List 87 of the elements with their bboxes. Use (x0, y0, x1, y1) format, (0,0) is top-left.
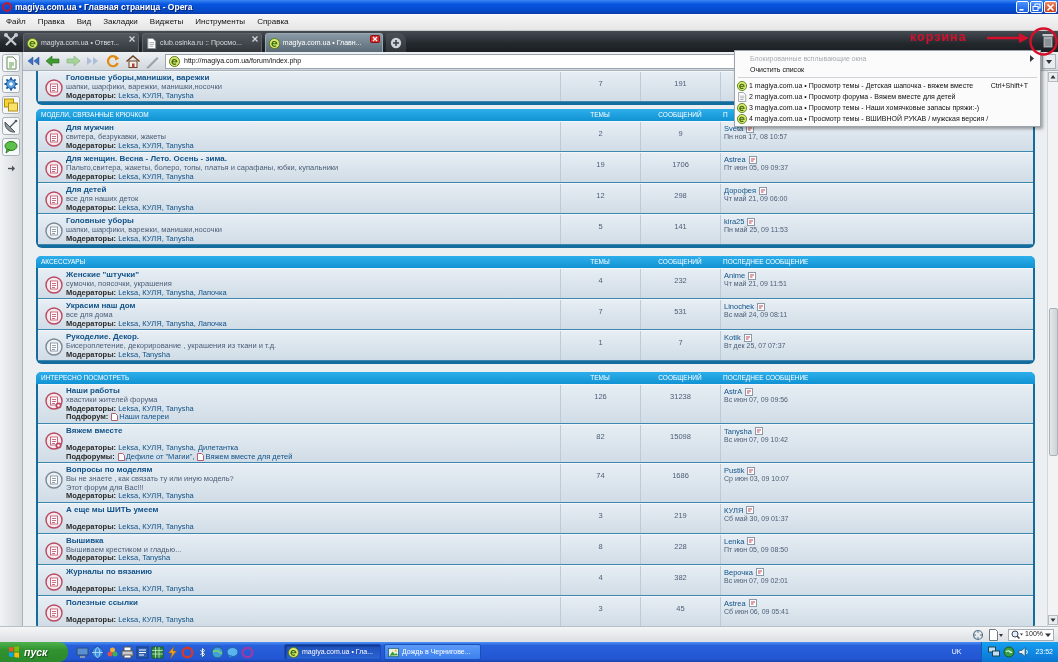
scroll-down-icon[interactable] (1048, 615, 1058, 625)
forum-title-link[interactable]: Вяжем вместе (66, 425, 293, 436)
site-icon (268, 37, 280, 49)
menu-item[interactable]: Правка (37, 14, 65, 30)
menu-item[interactable]: Файл (6, 14, 26, 30)
network-icon[interactable] (988, 646, 1001, 658)
post-link-icon[interactable] (748, 599, 757, 607)
scrollbar-track[interactable] (1047, 71, 1058, 626)
dish-icon[interactable] (2, 117, 20, 135)
window-title: magiya.com.ua • Главная страница - Opera (15, 1, 194, 14)
site-icon (737, 80, 747, 91)
magnifier-icon[interactable] (1011, 629, 1024, 640)
chat-bubble-icon[interactable] (226, 645, 239, 659)
post-link-icon[interactable] (755, 568, 764, 576)
post-link-icon[interactable] (757, 302, 766, 311)
globe-icon[interactable] (91, 645, 104, 659)
site-icon (169, 55, 180, 67)
tools-icon[interactable] (3, 32, 19, 48)
page-menu-icon[interactable] (988, 628, 1005, 641)
forum-title-link[interactable]: Вышивка (66, 535, 182, 546)
menu-item[interactable]: Виджеты (149, 14, 184, 30)
menu-item[interactable]: Справка (257, 14, 289, 30)
annotation-text: корзина (910, 30, 967, 44)
close-icon[interactable] (370, 35, 381, 43)
circle-annotation (1029, 27, 1058, 56)
forum-title-link[interactable]: Украсим наш дом (66, 301, 227, 311)
ring-logo-icon (2, 2, 12, 12)
post-link-icon[interactable] (743, 333, 752, 342)
globe-icon[interactable] (1003, 646, 1016, 658)
document-icon (737, 91, 747, 102)
post-link-icon[interactable] (746, 506, 755, 514)
forum-title-link[interactable]: Для детей (66, 185, 194, 195)
gear-icon[interactable] (2, 75, 20, 93)
post-link-icon[interactable] (759, 186, 768, 195)
forum-title-link[interactable]: Журналы по вязанию (66, 566, 194, 577)
forum-title-link[interactable]: Для мужчин (66, 123, 194, 133)
forum-title-link[interactable]: Женские "штучки" (66, 270, 227, 280)
site-icon (737, 102, 747, 113)
post-link-icon[interactable] (754, 427, 763, 435)
post-link-icon[interactable] (747, 537, 756, 545)
forum-title-link[interactable]: Наши работы (66, 386, 194, 396)
dropdown-icon[interactable] (1042, 53, 1056, 69)
arrow-icon[interactable] (6, 164, 16, 173)
scroll-up-icon[interactable] (1048, 72, 1058, 82)
grid-tile-icon[interactable] (151, 645, 164, 659)
new-tab-button[interactable] (386, 33, 407, 52)
speaker-icon[interactable] (1018, 646, 1031, 658)
site-icon (288, 646, 299, 658)
menu-item[interactable]: Закладки (103, 14, 138, 30)
picture-icon (388, 646, 399, 658)
caret-icon[interactable] (1045, 631, 1051, 638)
post-link-icon[interactable] (748, 271, 757, 280)
submenu-arrow-icon (1030, 55, 1034, 62)
forum-title-link[interactable]: А еще мы ШИТЬ умеем (66, 504, 194, 515)
start-button[interactable]: пуск (0, 642, 68, 662)
post-link-icon[interactable] (747, 466, 756, 475)
document-tile-icon[interactable] (136, 645, 149, 659)
crosshair-icon[interactable] (972, 628, 985, 641)
lightning-icon[interactable] (166, 645, 179, 659)
forum-title-link[interactable]: Для женщин. Весна - Лето. Осень - зима. (66, 154, 339, 164)
monitor-icon[interactable] (76, 645, 89, 659)
printer-icon[interactable] (121, 645, 134, 659)
document-icon (146, 37, 158, 49)
post-link-icon[interactable] (745, 387, 754, 396)
forum-title-link[interactable]: Рукоделие. Декор. (66, 332, 277, 342)
flower-icon[interactable] (106, 645, 119, 659)
post-link-icon[interactable] (748, 155, 757, 164)
site-icon (27, 37, 38, 49)
forum-title-link[interactable]: Вопросы по моделям (66, 465, 234, 475)
scrollbar-thumb[interactable] (1048, 308, 1058, 456)
back-icon[interactable] (45, 53, 61, 69)
forum-title-link[interactable]: Головные уборы (66, 216, 222, 226)
forum-title-link[interactable]: Полезные ссылки (66, 597, 194, 608)
globe-icon[interactable] (211, 645, 224, 659)
post-link-icon[interactable] (747, 217, 756, 226)
flag-icon (8, 646, 20, 658)
forum-title-link[interactable]: Головные уборы,манишки, варежки (66, 73, 222, 83)
arrow-annotation (987, 33, 1029, 43)
site-icon (737, 113, 747, 124)
chat-bubble-icon[interactable] (2, 138, 20, 156)
home-icon[interactable] (125, 53, 141, 69)
notes-icon[interactable] (2, 96, 20, 114)
plus-icon[interactable] (390, 36, 403, 49)
menu-item[interactable]: Вид (76, 14, 92, 30)
rune-icon[interactable] (196, 645, 209, 659)
menu-item[interactable]: Инструменты (195, 14, 246, 30)
trash-icon[interactable] (1042, 33, 1054, 48)
